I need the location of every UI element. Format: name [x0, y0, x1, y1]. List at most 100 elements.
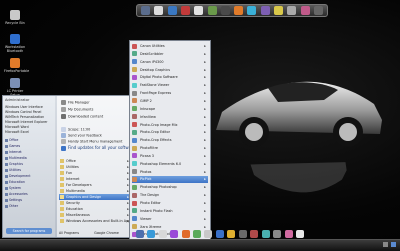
submenu-label: Education — [66, 207, 83, 211]
update-icon — [61, 145, 66, 151]
graphics-submenu-item[interactable]: DeskScribbler ▸ — [132, 51, 208, 58]
dock-app-icon[interactable] — [192, 229, 201, 238]
graphics-submenu-item[interactable]: Canon iP4300 ▸ — [132, 59, 208, 66]
category-item[interactable]: Other — [5, 204, 53, 208]
category-item[interactable]: Education — [5, 180, 53, 184]
dock-app-icon[interactable] — [135, 229, 144, 238]
category-label: Development — [9, 174, 31, 178]
dock-app-icon[interactable] — [167, 6, 177, 15]
dock-app-icon[interactable] — [207, 6, 217, 15]
dock-app-icon[interactable] — [250, 229, 259, 238]
graphics-submenu-item[interactable]: PicPick ▸ — [132, 176, 208, 184]
downloaded-content-link[interactable]: Downloaded content — [61, 114, 131, 119]
dock-app-icon[interactable] — [180, 6, 190, 15]
bottom-dock — [134, 228, 306, 239]
graphics-submenu-label: Photoshop Elements 6.0 — [140, 161, 182, 166]
category-label: Settings — [9, 198, 23, 202]
category-item[interactable]: Internet — [5, 150, 53, 154]
submenu-item[interactable]: Windows Accessories and Built-in Applica… — [59, 218, 144, 224]
graphics-submenu-item[interactable]: Photo-Crop Image Mix ▸ — [132, 122, 208, 129]
graphics-submenu-item[interactable]: Photos ▸ — [132, 169, 208, 176]
dock-app-icon[interactable] — [273, 229, 282, 238]
dock-app-icon[interactable] — [247, 6, 257, 15]
dock-app-icon[interactable] — [215, 229, 224, 238]
graphics-submenu-item[interactable]: GIMP 2 ▸ — [132, 98, 208, 105]
promo-label: Scope: 11:00 — [68, 127, 91, 132]
app-icon — [132, 176, 137, 182]
graphics-submenu-item[interactable]: The Design ▸ — [132, 192, 208, 199]
pinned-item[interactable]: Microsoft Word — [5, 125, 53, 129]
dock-app-icon[interactable] — [170, 229, 179, 238]
start-menu-left-pane: Administrator Windows User Interface Win… — [3, 96, 55, 237]
category-item[interactable]: Graphics — [5, 162, 53, 166]
desktop-icon-bluetooth[interactable]: Workstation Bluetooth — [4, 34, 26, 53]
tray-icon[interactable] — [391, 241, 396, 247]
dock-app-icon[interactable] — [300, 6, 310, 15]
graphics-submenu-item[interactable]: Photo Editor ▸ — [132, 200, 208, 207]
graphics-submenu-item[interactable]: Instant Photo Flash ▸ — [132, 208, 208, 215]
pinned-footer-app[interactable]: Google Chrome — [94, 231, 119, 235]
find-updates-link[interactable]: Find updates for all your software — [61, 145, 135, 151]
graphics-submenu-item[interactable]: IrfanView ▸ — [132, 114, 208, 121]
pinned-item[interactable]: Windows Control Panel — [5, 110, 53, 114]
all-programs-button[interactable]: All Programs — [59, 231, 79, 235]
dock-app-icon[interactable] — [260, 6, 270, 15]
category-item[interactable]: System — [5, 186, 53, 190]
search-programs-button[interactable]: Search for programs — [6, 228, 52, 234]
desktop-icon-recycle-bin[interactable]: Recycle Bin — [4, 10, 26, 25]
pinned-item[interactable]: Microsoft Excel — [5, 130, 53, 134]
graphics-submenu-item[interactable]: FrontPage Express ▸ — [132, 90, 208, 97]
dock-app-icon[interactable] — [296, 229, 305, 238]
category-item[interactable]: Multimedia — [5, 156, 53, 160]
promo-item[interactable]: Handy Start Menu management — [61, 139, 131, 144]
graphics-submenu-item[interactable]: Picasa 3 ▸ — [132, 153, 208, 160]
dock-app-icon[interactable] — [181, 229, 190, 238]
dock-app-icon[interactable] — [194, 6, 204, 15]
graphics-submenu-item[interactable]: Viewer ▸ — [132, 216, 208, 223]
dock-app-icon[interactable] — [227, 229, 236, 238]
dock-app-icon[interactable] — [284, 229, 293, 238]
graphics-submenu: Canon Utilities ▸ DeskScribbler ▸ Canon iP43… — [129, 40, 211, 240]
graphics-submenu-item[interactable]: Photo-Crop Editor ▸ — [132, 129, 208, 136]
graphics-submenu-item[interactable]: FastStone Viewer ▸ — [132, 82, 208, 89]
desktop-icon-firefox[interactable]: FirefoxPortable — [4, 58, 29, 73]
dock-app-icon[interactable] — [234, 6, 244, 15]
dock-app-icon[interactable] — [204, 229, 213, 238]
dock-app-icon[interactable] — [261, 229, 270, 238]
graphics-submenu-item[interactable]: Canon Utilities ▸ — [132, 43, 208, 50]
pinned-item[interactable]: Microsoft Internet Explorer — [5, 120, 53, 124]
dock-app-icon[interactable] — [287, 6, 297, 15]
dock-app-icon[interactable] — [313, 6, 323, 15]
graphics-submenu-item[interactable]: Digital Photo Software ▸ — [132, 74, 208, 81]
graphics-submenu-item[interactable]: Desktop Graphics ▸ — [132, 67, 208, 74]
dock-app-icon[interactable] — [238, 229, 247, 238]
submenu-label: Graphics and Design — [66, 195, 102, 199]
pinned-item[interactable]: WIMTech Personalization — [5, 115, 53, 119]
dock-app-icon[interactable] — [220, 6, 230, 15]
promo-item[interactable]: Scope: 11:00 — [61, 127, 131, 132]
category-item[interactable]: Accessories — [5, 192, 53, 196]
promo-item[interactable]: Send your feedback — [61, 133, 131, 138]
category-item[interactable]: Development — [5, 174, 53, 178]
category-item[interactable]: Office — [5, 138, 53, 142]
graphics-submenu-item[interactable]: Photoshop Photoshop ▸ — [132, 184, 208, 191]
graphics-submenu-item[interactable]: Inkscape ▸ — [132, 106, 208, 113]
dock-star-icon[interactable] — [154, 6, 164, 15]
folder-icon — [61, 100, 66, 105]
file-manager-link[interactable]: File Manager — [61, 100, 131, 105]
dock-app-icon[interactable] — [158, 229, 167, 238]
category-item[interactable]: Settings — [5, 198, 53, 202]
my-documents-link[interactable]: My Documents — [61, 107, 131, 112]
graphics-submenu-item[interactable]: Photoshop Elements 6.0 ▸ — [132, 161, 208, 168]
category-item[interactable]: Utilities — [5, 168, 53, 172]
category-item[interactable]: Games — [5, 144, 53, 148]
taskbar — [0, 239, 400, 251]
dock-app-icon[interactable] — [273, 6, 283, 15]
dock-app-icon[interactable] — [141, 6, 151, 15]
pinned-item[interactable]: Windows User Interface — [5, 105, 53, 109]
graphics-submenu-item[interactable]: PhotoFiltre ▸ — [132, 145, 208, 152]
graphics-submenu-item[interactable]: Photo-Crop Effects ▸ — [132, 137, 208, 144]
dock-app-icon[interactable] — [147, 229, 156, 238]
tray-icon[interactable] — [382, 241, 388, 247]
submenu-label: Multimedia — [66, 189, 85, 193]
